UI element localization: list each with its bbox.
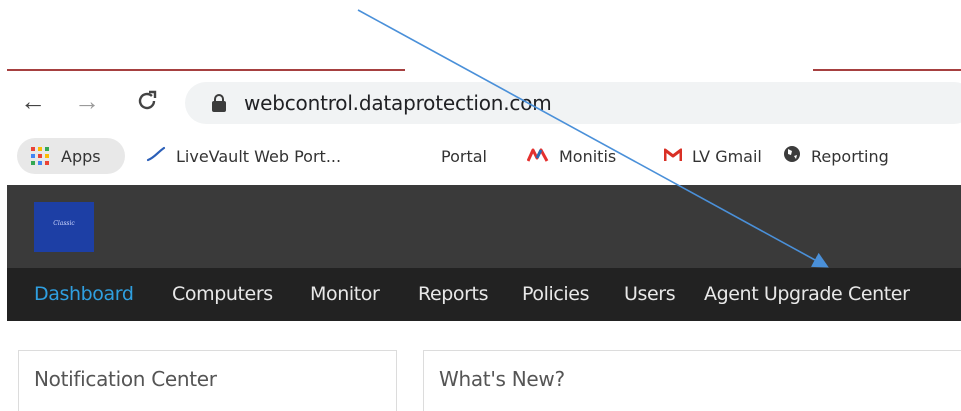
bookmarks-bar: Apps LiveVault Web Port... Portal Moniti… [0,130,961,182]
bookmark-lv-gmail[interactable]: LV Gmail [663,138,762,174]
nav-reports[interactable]: Reports [418,283,488,305]
bookmark-label: LV Gmail [692,146,762,166]
address-bar[interactable]: webcontrol.dataprotection.com [185,82,961,124]
window-frame-accent-left [7,69,405,71]
browser-toolbar: ← → webcontrol.dataprotection.com [0,76,961,128]
nav-policies[interactable]: Policies [522,283,589,305]
lock-icon [212,94,226,112]
app-header: Classic [7,185,961,268]
reload-icon[interactable] [132,84,162,118]
bookmark-label: LiveVault Web Port... [176,146,342,166]
nav-dashboard[interactable]: Dashboard [34,283,134,305]
monitis-icon [526,147,549,166]
nav-users[interactable]: Users [624,283,676,305]
notification-center-panel: Notification Center [18,350,397,411]
bookmark-reporting[interactable]: Reporting [783,138,889,174]
forward-arrow-icon[interactable]: → [72,84,102,118]
bookmark-label: Apps [61,146,101,166]
bookmark-monitis[interactable]: Monitis [526,138,617,174]
livevault-icon [146,146,166,166]
apps-grid-icon [31,147,49,165]
bookmark-portal[interactable]: Portal [441,138,487,174]
url-text: webcontrol.dataprotection.com [244,91,552,115]
nav-monitor[interactable]: Monitor [310,283,380,305]
bookmark-label: Reporting [811,146,889,166]
gmail-icon [663,147,683,166]
main-nav: Dashboard Computers Monitor Reports Poli… [7,268,961,321]
bookmark-livevault[interactable]: LiveVault Web Port... [146,138,341,174]
nav-agent-upgrade-center[interactable]: Agent Upgrade Center [704,283,910,305]
back-arrow-icon[interactable]: ← [18,84,48,118]
bookmark-label: Portal [441,146,487,166]
globe-icon [783,145,801,167]
app-logo[interactable]: Classic [34,202,94,252]
panel-title: What's New? [439,367,565,391]
bookmark-apps[interactable]: Apps [17,138,125,174]
bookmark-label: Monitis [559,146,617,166]
window-frame-accent-right [813,69,961,71]
panel-title: Notification Center [34,367,217,391]
nav-computers[interactable]: Computers [172,283,273,305]
whats-new-panel: What's New? [423,350,961,411]
